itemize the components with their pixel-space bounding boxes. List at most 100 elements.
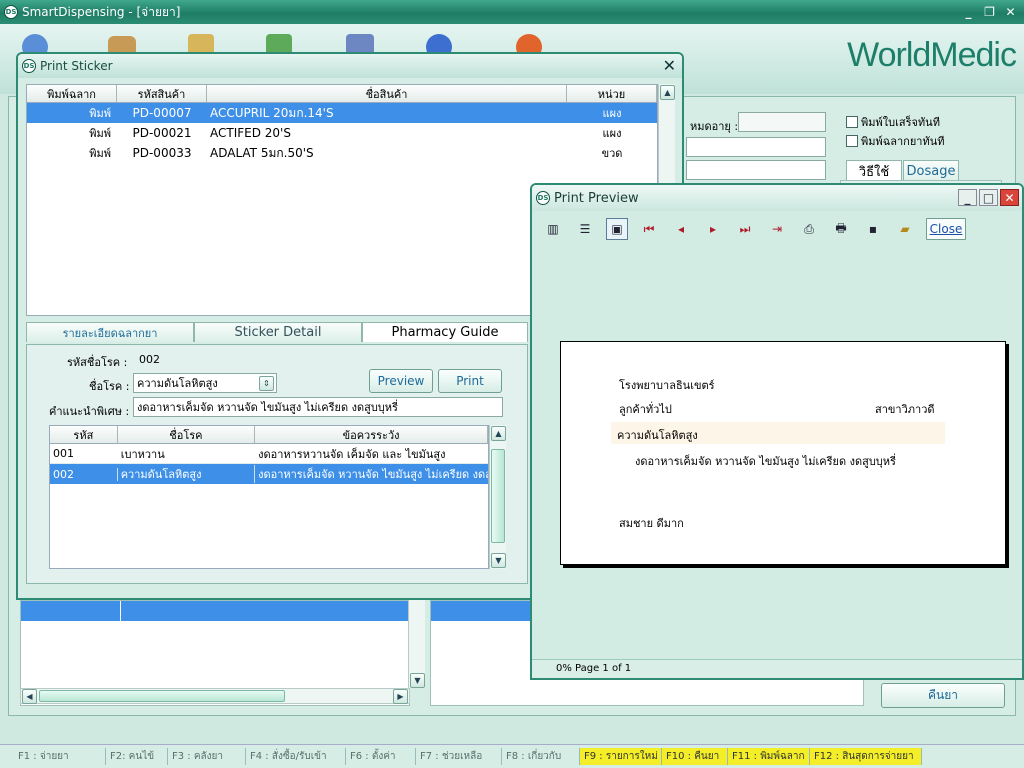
fkey-f11[interactable]: F11 : พิมพ์ฉลาก <box>728 748 810 765</box>
restore-icon[interactable]: ❐ <box>980 3 999 20</box>
scroll-right-icon[interactable]: ▶ <box>393 689 408 704</box>
brand-logo: WorldMedic <box>847 36 1017 74</box>
col-disease[interactable]: ชื่อโรค <box>118 426 256 443</box>
save-icon[interactable]: ▪ <box>862 218 884 240</box>
disease-name-label: ชื่อโรค : <box>89 380 130 393</box>
open-folder-icon[interactable]: ▰ <box>894 218 916 240</box>
print-receipt-checkbox[interactable]: พิมพ์ใบเสร็จทันที <box>846 113 940 131</box>
vscroll-thumb[interactable] <box>491 449 505 543</box>
close-button[interactable]: Close <box>926 218 966 240</box>
table-row[interactable]: พิมพ์ PD-00021 ACTIFED 20'S แผง <box>27 123 657 143</box>
col-unit[interactable]: หน่วย <box>567 85 657 102</box>
tab-pharmacy-guide[interactable]: Pharmacy Guide <box>362 322 528 342</box>
doc-branch: สาขาวิภาวดี <box>875 403 935 416</box>
next-page-icon[interactable]: ▸ <box>702 218 724 240</box>
fkey-f2[interactable]: F2: คนไข้ <box>106 748 168 765</box>
fkey-f12[interactable]: F12 : สินสุดการจ่ายยา <box>810 748 922 765</box>
preview-button[interactable]: Preview <box>369 369 433 393</box>
main-title: SmartDispensing - [จ่ายยา] <box>22 4 181 19</box>
close-icon[interactable]: ✕ <box>1001 3 1020 20</box>
close-icon[interactable]: ✕ <box>663 56 676 75</box>
print-icon[interactable]: 🖶 <box>830 218 852 240</box>
main-list-selected-row[interactable] <box>21 601 409 621</box>
fkey-f7[interactable]: F7 : ช่วยเหลือ <box>416 748 502 765</box>
app-logo-icon: DS <box>536 191 550 205</box>
doc-patient: สมชาย ดีมาก <box>619 517 684 530</box>
doc-advice: งดอาหารเค็มจัด หวานจัด ไขมันสูง ไม่เครีย… <box>635 455 896 468</box>
single-page-icon[interactable]: ▥ <box>542 218 564 240</box>
print-label-checkbox[interactable]: พิมพ์ฉลากยาทันที <box>846 132 944 150</box>
fkey-f1[interactable]: F1 : จ่ายยา <box>14 748 106 765</box>
doc-customer: ลูกค้าทั่วไป <box>619 403 672 416</box>
disease-code-label: รหัสชื่อโรค : <box>67 356 128 369</box>
scroll-up-icon[interactable]: ▲ <box>660 85 675 100</box>
fkey-f10[interactable]: F10 : คืนยา <box>662 748 728 765</box>
fkey-f4[interactable]: F4 : สั่งซื้อ/รับเข้า <box>246 748 346 765</box>
goto-page-icon[interactable]: ⇥ <box>766 218 788 240</box>
preview-status: 0% Page 1 of 1 <box>556 663 632 674</box>
prev-page-icon[interactable]: ◂ <box>670 218 692 240</box>
checkbox-icon <box>846 116 858 128</box>
fkey-f9[interactable]: F9 : รายการใหม่ <box>580 748 662 765</box>
printer-setup-icon[interactable]: ⎙ <box>798 218 820 240</box>
app-logo-icon: DS <box>4 5 18 19</box>
scroll-down-icon[interactable]: ▼ <box>410 673 425 688</box>
expiry-input[interactable] <box>738 112 826 132</box>
advice-input[interactable]: งดอาหารเค็มจัด หวานจัด ไขมันสูง ไม่เครีย… <box>133 397 503 417</box>
main-list-hscroll[interactable]: ◀ ▶ <box>20 688 410 704</box>
tab-dosage[interactable]: Dosage <box>903 160 959 182</box>
main-titlebar: DS SmartDispensing - [จ่ายยา] _ ❐ ✕ <box>0 0 1024 24</box>
col-product-code[interactable]: รหัสสินค้า <box>117 85 207 102</box>
guide-grid-vscroll[interactable]: ▲ ▼ <box>489 425 506 569</box>
tab-sticker-detail[interactable]: Sticker Detail <box>194 322 362 342</box>
col-caution[interactable]: ข้อควรระวัง <box>255 426 488 443</box>
preview-toolbar: ▥ ☰ ▣ ⏮ ◂ ▸ ⏭ ⇥ ⎙ 🖶 ▪ ▰ Close <box>542 217 1014 241</box>
guide-grid-header: รหัส ชื่อโรค ข้อควรระวัง <box>50 426 488 444</box>
col-print-label[interactable]: พิมพ์ฉลาก <box>27 85 117 102</box>
minimize-icon[interactable]: _ <box>959 3 978 20</box>
print-sticker-titlebar: DS Print Sticker ✕ <box>18 54 682 78</box>
fkey-f3[interactable]: F3 : คลังยา <box>168 748 246 765</box>
main-list-vscroll[interactable]: ▼ <box>408 600 425 688</box>
doc-hospital: โรงพยาบาลธินเขตร์ <box>619 379 715 392</box>
guide-grid: รหัส ชื่อโรค ข้อควรระวัง 001 เบาหวาน งดอ… <box>49 425 489 569</box>
maximize-icon[interactable]: □ <box>979 189 998 206</box>
tab-label-details[interactable]: รายละเอียดฉลากยา <box>26 322 194 342</box>
col-product-name[interactable]: ชื่อสินค้า <box>207 85 567 102</box>
expiry-label: หมดอายุ : <box>690 120 739 133</box>
tab-usage[interactable]: วิธีใช้ <box>846 160 902 182</box>
print-button[interactable]: Print <box>438 369 502 393</box>
table-row[interactable]: พิมพ์ PD-00007 ACCUPRIL 20มก.14'S แผง <box>27 103 657 123</box>
return-drug-button[interactable]: คืนยา <box>881 683 1005 708</box>
disease-select[interactable]: ความดันโลหิตสูง ⇕ <box>133 373 277 393</box>
disease-code-value: 002 <box>139 353 160 366</box>
print-preview-window: DS Print Preview _ □ ✕ ▥ ☰ ▣ ⏮ ◂ ▸ ⏭ ⇥ ⎙… <box>530 183 1024 680</box>
minimize-icon[interactable]: _ <box>958 189 977 206</box>
table-row[interactable]: พิมพ์ PD-00033 ADALAT 5มก.50'S ขวด <box>27 143 657 163</box>
scroll-up-icon[interactable]: ▲ <box>491 426 506 441</box>
multi-page-icon[interactable]: ☰ <box>574 218 596 240</box>
last-page-icon[interactable]: ⏭ <box>734 218 756 240</box>
col-code[interactable]: รหัส <box>50 426 118 443</box>
fkey-f6[interactable]: F6 : ตั้งค่า <box>346 748 416 765</box>
first-page-icon[interactable]: ⏮ <box>638 218 660 240</box>
close-icon[interactable]: ✕ <box>1000 189 1019 206</box>
print-preview-titlebar: DS Print Preview _ □ ✕ <box>532 185 1022 211</box>
preview-page: โรงพยาบาลธินเขตร์ ลูกค้าทั่วไป สาขาวิภาว… <box>560 341 1006 565</box>
chevron-down-icon[interactable]: ⇕ <box>259 376 274 391</box>
table-row[interactable]: 001 เบาหวาน งดอาหารหวานจัด เค็มจัด และ ไ… <box>50 444 488 464</box>
main-field-1[interactable] <box>686 137 826 157</box>
print-preview-title: Print Preview <box>554 190 639 206</box>
doc-disease: ความดันโลหิตสูง <box>611 422 945 444</box>
scroll-down-icon[interactable]: ▼ <box>491 553 506 568</box>
fkey-f8[interactable]: F8 : เกี่ยวกับ <box>502 748 580 765</box>
table-row[interactable]: 002 ความดันโลหิตสูง งดอาหารเค็มจัด หวานจ… <box>50 464 488 484</box>
hscroll-thumb[interactable] <box>39 690 285 702</box>
scroll-left-icon[interactable]: ◀ <box>22 689 37 704</box>
page-width-icon[interactable]: ▣ <box>606 218 628 240</box>
main-field-2[interactable] <box>686 160 826 180</box>
checkbox-icon <box>846 135 858 147</box>
pharmacy-guide-panel: รหัสชื่อโรค : 002 ชื่อโรค : ความดันโลหิต… <box>26 344 528 584</box>
preview-statusbar: 0% Page 1 of 1 <box>532 659 1022 678</box>
sticker-grid-header: พิมพ์ฉลาก รหัสสินค้า ชื่อสินค้า หน่วย <box>27 85 657 103</box>
